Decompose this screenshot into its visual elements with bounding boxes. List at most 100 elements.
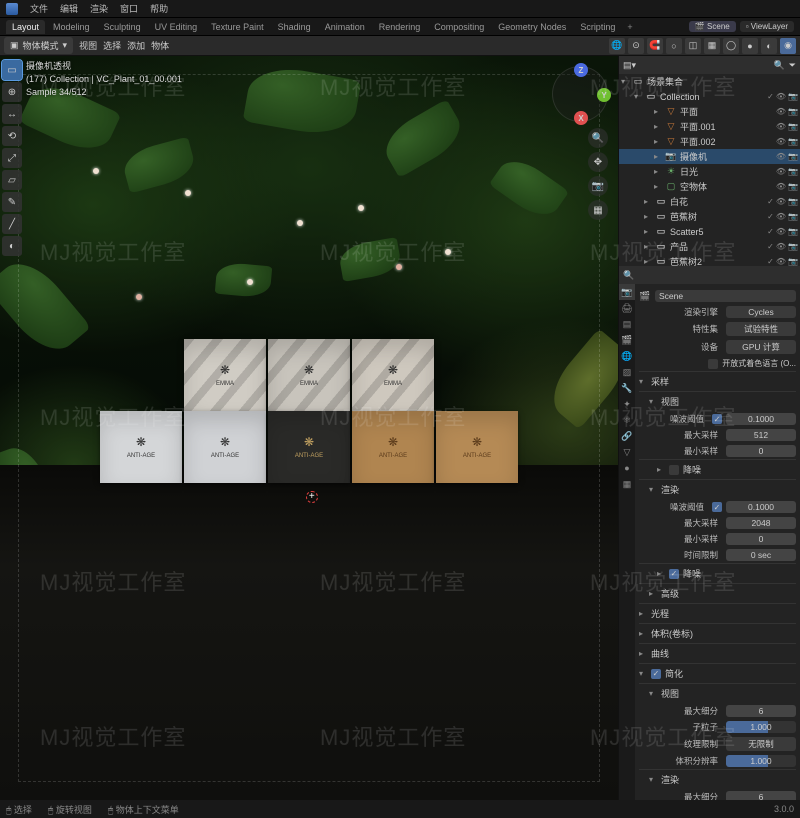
overlay-toggle-icon[interactable]: ◫ [685, 38, 701, 54]
tab-texture-icon[interactable]: ▦ [619, 476, 635, 492]
orientation-icon[interactable]: 🌐 [609, 38, 625, 54]
outliner-item[interactable]: ▸▭芭蕉树2✓👁📷 [619, 254, 800, 266]
device-select[interactable]: GPU 计算 [726, 340, 796, 354]
r-minsamples-field[interactable]: 0 [726, 533, 796, 545]
ws-tab-anim[interactable]: Animation [319, 20, 371, 34]
axis-z-icon[interactable]: Z [574, 63, 588, 77]
outliner-search-icon[interactable]: 🔍 [774, 60, 785, 71]
outliner-item[interactable]: ▸▭Scatter5✓👁📷 [619, 224, 800, 239]
viewlayer-selector[interactable]: ▫ ViewLayer [740, 21, 794, 32]
shading-rendered-icon[interactable]: ◉ [780, 38, 796, 54]
tab-render-icon[interactable]: 📷 [619, 284, 635, 300]
shading-wire-icon[interactable]: ◯ [723, 38, 739, 54]
tool-measure[interactable]: ╱ [2, 214, 22, 234]
outliner-collection[interactable]: ▾ ▭Collection ✓👁📷 [619, 89, 800, 104]
menu-file[interactable]: 文件 [30, 2, 48, 15]
vp-noise-field[interactable]: 0.1000 [726, 413, 796, 425]
outliner-item[interactable]: ▸▽平面.002👁📷 [619, 134, 800, 149]
pan-icon[interactable]: ✥ [588, 152, 608, 172]
feature-set-select[interactable]: 试验特性 [726, 322, 796, 336]
ws-tab-scripting[interactable]: Scripting [574, 20, 621, 34]
ws-tab-comp[interactable]: Compositing [428, 20, 490, 34]
r-maxsamples-field[interactable]: 2048 [726, 517, 796, 529]
tab-world-icon[interactable]: 🌐 [619, 348, 635, 364]
tab-object-icon[interactable]: ▨ [619, 364, 635, 380]
add-menu[interactable]: 添加 [127, 39, 145, 52]
simp-vp-subdiv[interactable]: 6 [726, 705, 796, 717]
outliner-filter-icon[interactable]: ⏷ [789, 60, 796, 71]
axis-x-icon[interactable]: X [574, 111, 588, 125]
camera-view-icon[interactable]: 📷 [588, 176, 608, 196]
nav-gizmo[interactable]: Z Y X [552, 66, 608, 122]
mode-selector[interactable]: ▣ 物体模式 ▾ [4, 37, 73, 54]
select-menu[interactable]: 选择 [103, 39, 121, 52]
r-noise-checkbox[interactable]: ✓ [712, 502, 722, 512]
r-noise-field[interactable]: 0.1000 [726, 501, 796, 513]
render-engine-select[interactable]: Cycles [726, 306, 796, 318]
ws-tab-geonodes[interactable]: Geometry Nodes [492, 20, 572, 34]
proportional-icon[interactable]: ○ [666, 38, 682, 54]
pivot-icon[interactable]: ⊙ [628, 38, 644, 54]
tab-viewlayer-icon[interactable]: ▤ [619, 316, 635, 332]
simp-vp-vol[interactable]: 1.000 [726, 755, 796, 767]
simp-r-subdiv[interactable]: 6 [726, 791, 796, 800]
osl-checkbox[interactable] [708, 359, 718, 369]
outliner-item[interactable]: ▸▽平面👁📷 [619, 104, 800, 119]
shading-matprev-icon[interactable]: ◐ [761, 38, 777, 54]
ws-tab-sculpting[interactable]: Sculpting [98, 20, 147, 34]
simp-vp-child[interactable]: 1.000 [726, 721, 796, 733]
outliner-mode-icon[interactable]: ▤▾ [623, 60, 636, 71]
vp-maxsamples-field[interactable]: 512 [726, 429, 796, 441]
outliner-item[interactable]: ▸▭产品✓👁📷 [619, 239, 800, 254]
time-limit-field[interactable]: 0 sec [726, 549, 796, 561]
zoom-icon[interactable]: 🔍 [588, 128, 608, 148]
ws-tab-texpaint[interactable]: Texture Paint [205, 20, 270, 34]
scene-selector[interactable]: 🎬 Scene [689, 21, 736, 32]
tab-particle-icon[interactable]: ✦ [619, 396, 635, 412]
vp-minsamples-field[interactable]: 0 [726, 445, 796, 457]
tool-transform[interactable]: ▱ [2, 170, 22, 190]
scene-name-field[interactable]: Scene [655, 290, 796, 302]
view-menu[interactable]: 视图 [79, 39, 97, 52]
outliner-item[interactable]: ▸☀日光👁📷 [619, 164, 800, 179]
tool-add[interactable]: ◐ [2, 236, 22, 256]
vp-denoise-checkbox[interactable] [669, 465, 679, 475]
prop-search-icon[interactable]: 🔍 [623, 270, 634, 281]
simp-vp-tex[interactable]: 无限制 [726, 737, 796, 751]
3d-viewport[interactable]: ❋EMMA ❋EMMA ❋EMMA ❋ANTI-AGE ❋ANTI-AGE ❋A… [0, 56, 618, 800]
ws-tab-uv[interactable]: UV Editing [149, 20, 204, 34]
tool-scale[interactable]: ⤢ [2, 148, 22, 168]
tab-scene-icon[interactable]: 🎬 [619, 332, 635, 348]
xray-icon[interactable]: ▦ [704, 38, 720, 54]
ws-tab-shading[interactable]: Shading [272, 20, 317, 34]
menu-edit[interactable]: 编辑 [60, 2, 78, 15]
tab-modifier-icon[interactable]: 🔧 [619, 380, 635, 396]
outliner-item[interactable]: ▸▭白花✓👁📷 [619, 194, 800, 209]
outliner-item[interactable]: ▸▭芭蕉树✓👁📷 [619, 209, 800, 224]
outliner-item[interactable]: ▸▽平面.001👁📷 [619, 119, 800, 134]
outliner-scene-collection[interactable]: ▾▭ 场景集合 [619, 74, 800, 89]
tool-rotate[interactable]: ⟲ [2, 126, 22, 146]
snap-icon[interactable]: 🧲 [647, 38, 663, 54]
menu-help[interactable]: 帮助 [150, 2, 168, 15]
menu-render[interactable]: 渲染 [90, 2, 108, 15]
outliner-item[interactable]: ▸📷摄像机👁📷 [619, 149, 800, 164]
ws-tab-layout[interactable]: Layout [6, 20, 45, 34]
tool-cursor[interactable]: ⊕ [2, 82, 22, 102]
ws-tab-modeling[interactable]: Modeling [47, 20, 96, 34]
axis-y-icon[interactable]: Y [597, 88, 611, 102]
tab-constraint-icon[interactable]: 🔗 [619, 428, 635, 444]
outliner-item[interactable]: ▸▢空物体👁📷 [619, 179, 800, 194]
tool-select-box[interactable]: ▭ [2, 60, 22, 80]
vp-noise-checkbox[interactable]: ✓ [712, 414, 722, 424]
simplify-checkbox[interactable]: ✓ [651, 669, 661, 679]
shading-solid-icon[interactable]: ● [742, 38, 758, 54]
tab-material-icon[interactable]: ● [619, 460, 635, 476]
tool-annotate[interactable]: ✎ [2, 192, 22, 212]
persp-ortho-icon[interactable]: ▦ [588, 200, 608, 220]
tab-output-icon[interactable]: 🖨 [619, 300, 635, 316]
ws-tab-rendering[interactable]: Rendering [373, 20, 427, 34]
menu-window[interactable]: 窗口 [120, 2, 138, 15]
tool-move[interactable]: ↔ [2, 104, 22, 124]
r-denoise-checkbox[interactable]: ✓ [669, 569, 679, 579]
